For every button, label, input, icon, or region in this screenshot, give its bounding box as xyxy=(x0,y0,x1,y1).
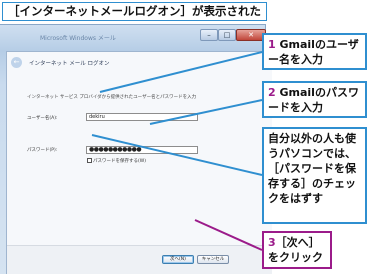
remember-password-checkbox[interactable] xyxy=(87,158,92,163)
step2-text-line1: Gmailのパスワ xyxy=(275,86,359,99)
step3-text-line1: ［次へ］ xyxy=(275,236,320,249)
username-field[interactable]: dekiru xyxy=(86,113,198,121)
note-line: クをはずす xyxy=(268,192,323,205)
username-label: ユーザー名(A): xyxy=(27,116,58,121)
remember-password-row[interactable]: パスワードを保存する(W) xyxy=(87,158,146,164)
step3-callout: 3［次へ］ をクリック xyxy=(262,231,332,269)
note-line: ［パスワードを保 xyxy=(268,162,356,175)
wizard-footer: 次へ(N) キャンセル xyxy=(7,245,272,274)
note-line: 自分以外の人も使 xyxy=(268,132,356,145)
window-title: Microsoft Windows メール xyxy=(40,35,116,42)
back-arrow-icon[interactable]: ← xyxy=(11,57,22,68)
note-callout: 自分以外の人も使 うパソコンでは、 ［パスワードを保 存する］のチェッ クをはず… xyxy=(262,127,367,224)
password-label: パスワード(P): xyxy=(27,148,58,153)
step1-number: 1 xyxy=(268,38,276,51)
password-field[interactable]: ●●●●●●●●●●● xyxy=(86,146,198,154)
wizard-title: インターネット メール ログオン xyxy=(29,61,110,67)
wizard-description: インターネット サービス プロバイダから提供されたユーザー名とパスワードを入力 xyxy=(27,95,197,100)
step1-callout: 1 Gmailのユーザ ー名を入力 xyxy=(262,33,367,70)
step1-text-line2: ー名を入力 xyxy=(268,53,323,66)
minimize-button[interactable]: – xyxy=(200,29,218,41)
step3-text-line2: をクリック xyxy=(268,251,323,264)
step1-text-line1: Gmailのユーザ xyxy=(275,38,359,51)
note-line: 存する］のチェッ xyxy=(268,177,356,190)
page-caption: ［インターネットメールログオン］が表示された xyxy=(2,2,267,21)
note-line: うパソコンでは、 xyxy=(268,147,356,160)
step2-text-line2: ードを入力 xyxy=(268,101,323,114)
maximize-button[interactable]: □ xyxy=(218,29,236,41)
step2-number: 2 xyxy=(268,86,276,99)
wizard-panel: ← インターネット メール ログオン インターネット サービス プロバイダから提… xyxy=(6,51,272,274)
next-button[interactable]: 次へ(N) xyxy=(162,255,194,264)
step3-number: 3 xyxy=(268,236,276,249)
title-bar: Microsoft Windows メール – □ ✕ xyxy=(0,25,266,51)
remember-password-label: パスワードを保存する(W) xyxy=(93,159,146,164)
step2-callout: 2 Gmailのパスワ ードを入力 xyxy=(262,81,367,118)
cancel-button[interactable]: キャンセル xyxy=(197,255,229,264)
dialog-window: Microsoft Windows メール – □ ✕ ← インターネット メー… xyxy=(0,24,272,274)
